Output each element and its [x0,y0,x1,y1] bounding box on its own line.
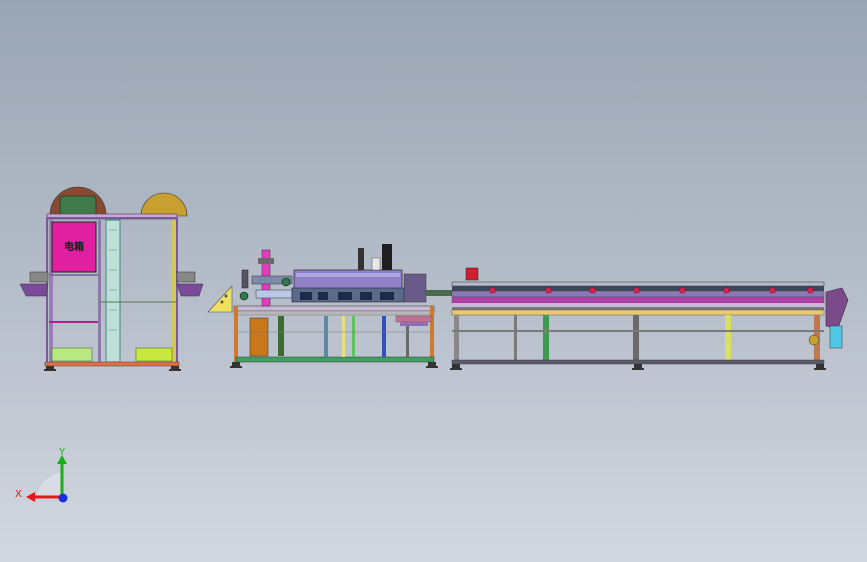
conveyor-unit [450,267,849,370]
green-block [59,195,97,217]
electrical-box-label: 电箱 [64,240,84,253]
x-axis-label: X [15,489,22,500]
axis-triad: Y X [15,447,68,503]
y-axis-label: Y [58,447,66,458]
processing-unit [207,244,454,368]
end-device [825,287,849,329]
z-axis-dot [58,493,68,503]
cad-drawing: 电箱 Y X [15,186,849,503]
column [105,219,121,363]
yellow-sector [207,285,233,313]
cabinet-unit: 电箱 [19,186,204,371]
right-side-device [176,271,204,297]
left-side-device [19,271,49,297]
red-motor [465,267,479,281]
yellow-spool [140,192,188,217]
